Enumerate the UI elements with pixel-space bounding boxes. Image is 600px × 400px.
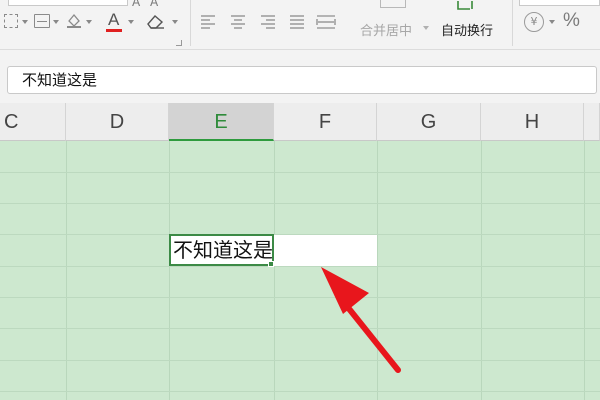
grid-column-line bbox=[377, 141, 378, 400]
font-group-launcher-icon[interactable] bbox=[176, 40, 182, 46]
border-dropdown-icon[interactable] bbox=[22, 20, 28, 24]
grid-row-line bbox=[0, 266, 600, 267]
grid-column-line bbox=[66, 141, 67, 400]
font-color-underline bbox=[106, 29, 122, 32]
merge-center-button[interactable]: 合并居中 bbox=[360, 20, 412, 39]
grid-column-line bbox=[584, 141, 585, 400]
grid-column-line bbox=[274, 141, 275, 400]
distributed-align-icon[interactable] bbox=[316, 14, 336, 30]
border-icon[interactable] bbox=[4, 14, 18, 28]
percent-icon[interactable]: % bbox=[563, 10, 580, 32]
merge-center-icon bbox=[380, 0, 406, 8]
font-color-icon[interactable]: A bbox=[106, 10, 122, 32]
auto-wrap-icon bbox=[456, 0, 476, 10]
ribbon-separator bbox=[190, 0, 191, 46]
column-header-next[interactable] bbox=[584, 103, 600, 141]
align-left-icon[interactable] bbox=[200, 14, 216, 30]
grid-row-line bbox=[0, 328, 600, 329]
grid-row-line bbox=[0, 360, 600, 361]
active-cell-text: 不知道这是 bbox=[173, 238, 273, 262]
merge-center-dropdown-icon[interactable] bbox=[423, 26, 429, 30]
currency-dropdown-icon[interactable] bbox=[549, 20, 555, 24]
column-header-f[interactable]: F bbox=[274, 103, 377, 141]
align-center-icon[interactable] bbox=[230, 14, 246, 30]
grid-column-line bbox=[481, 141, 482, 400]
align-justify-icon[interactable] bbox=[289, 14, 305, 30]
clear-format-icon[interactable] bbox=[146, 12, 166, 30]
number-format-box[interactable] bbox=[519, 0, 600, 6]
font-size-box[interactable] bbox=[8, 0, 128, 6]
column-header-h[interactable]: H bbox=[481, 103, 584, 141]
clear-format-dropdown-icon[interactable] bbox=[172, 20, 178, 24]
column-header-g[interactable]: G bbox=[377, 103, 481, 141]
align-right-icon[interactable] bbox=[260, 14, 276, 30]
percent-symbol: % bbox=[563, 10, 580, 31]
formula-bar-input[interactable]: 不知道这是 bbox=[7, 66, 597, 94]
font-grow-icon[interactable]: A bbox=[132, 0, 140, 12]
font-color-letter: A bbox=[108, 10, 120, 29]
grid-row-line bbox=[0, 297, 600, 298]
ribbon-separator bbox=[512, 0, 513, 46]
ribbon-toolbar: A A A 合并居中 自动换行 ¥ % bbox=[0, 0, 600, 50]
spreadsheet-window: A A A 合并居中 自动换行 ¥ % 不知道这是 C D E F G H 不知… bbox=[0, 0, 600, 400]
column-header-d[interactable]: D bbox=[66, 103, 169, 141]
font-color-dropdown-icon[interactable] bbox=[128, 20, 134, 24]
fill-color-dropdown-icon[interactable] bbox=[86, 20, 92, 24]
column-header-c[interactable]: C bbox=[0, 103, 66, 141]
grid-column-line bbox=[169, 141, 170, 400]
cell-style-dropdown-icon[interactable] bbox=[53, 20, 59, 24]
grid-row-line bbox=[0, 203, 600, 204]
grid-row-line bbox=[0, 172, 600, 173]
auto-wrap-button[interactable]: 自动换行 bbox=[441, 20, 493, 39]
currency-symbol: ¥ bbox=[530, 15, 538, 28]
sheet-grid[interactable] bbox=[0, 141, 600, 400]
fill-color-icon[interactable] bbox=[66, 12, 82, 28]
column-header-e[interactable]: E bbox=[169, 103, 274, 141]
overflow-cell-f[interactable] bbox=[274, 235, 377, 266]
font-shrink-icon[interactable]: A bbox=[150, 0, 158, 12]
currency-icon[interactable]: ¥ bbox=[524, 12, 544, 32]
cell-style-icon-line bbox=[37, 21, 47, 22]
grid-row-line bbox=[0, 391, 600, 392]
